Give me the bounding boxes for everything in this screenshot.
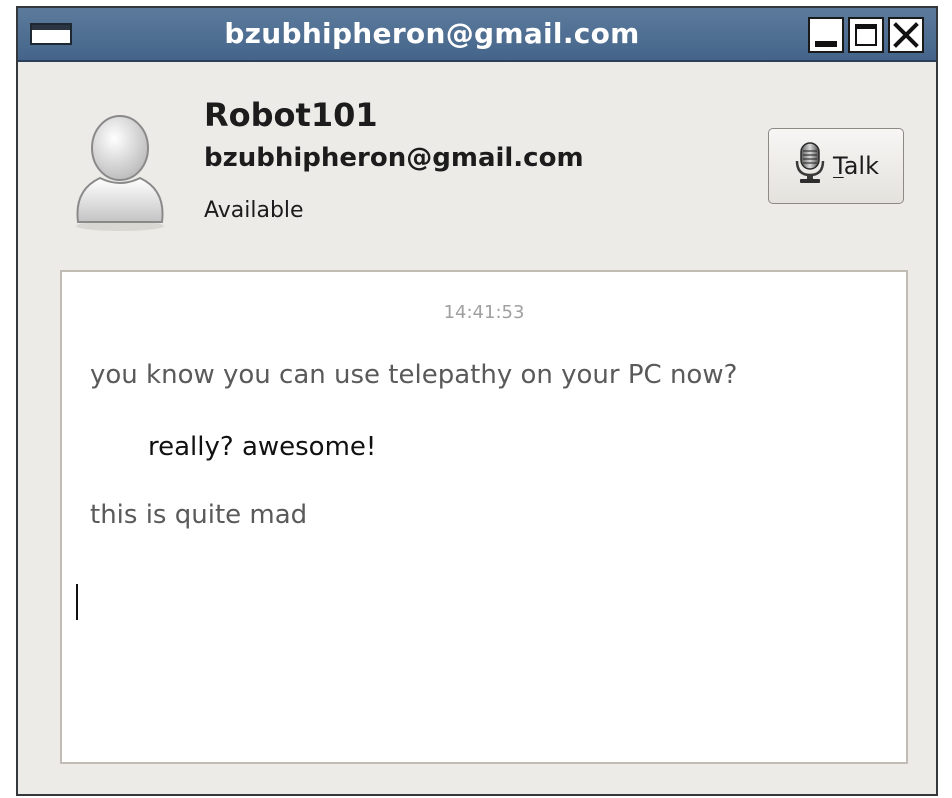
message-outgoing: really? awesome! [148, 432, 377, 462]
maximize-icon[interactable] [848, 17, 884, 53]
contact-email: bzubhipheron@gmail.com [204, 143, 584, 173]
contact-status: Available [204, 198, 304, 223]
message-incoming: this is quite mad [90, 500, 308, 530]
talk-button[interactable]: Talk [768, 128, 904, 204]
microphone-icon [793, 141, 827, 191]
minimize-icon[interactable] [808, 17, 844, 53]
contact-name: Robot101 [204, 96, 378, 134]
text-cursor[interactable] [76, 584, 78, 620]
message-incoming: you know you can use telepathy on your P… [90, 360, 738, 390]
chat-conversation[interactable]: 14:41:53 you know you can use telepathy … [60, 270, 908, 764]
window-title: bzubhipheron@gmail.com [224, 17, 640, 50]
close-icon[interactable] [888, 17, 924, 53]
talk-label-rest: alk [843, 152, 879, 180]
title-bar[interactable]: bzubhipheron@gmail.com [18, 8, 936, 62]
avatar-placeholder-icon [70, 108, 170, 232]
talk-button-label: Talk [833, 152, 879, 180]
message-timestamp: 14:41:53 [443, 302, 525, 323]
window-menu-icon[interactable] [30, 23, 72, 45]
chat-window: bzubhipheron@gmail.com Robot101 bzubhiph… [16, 6, 938, 796]
talk-mnemonic: T [833, 152, 844, 180]
